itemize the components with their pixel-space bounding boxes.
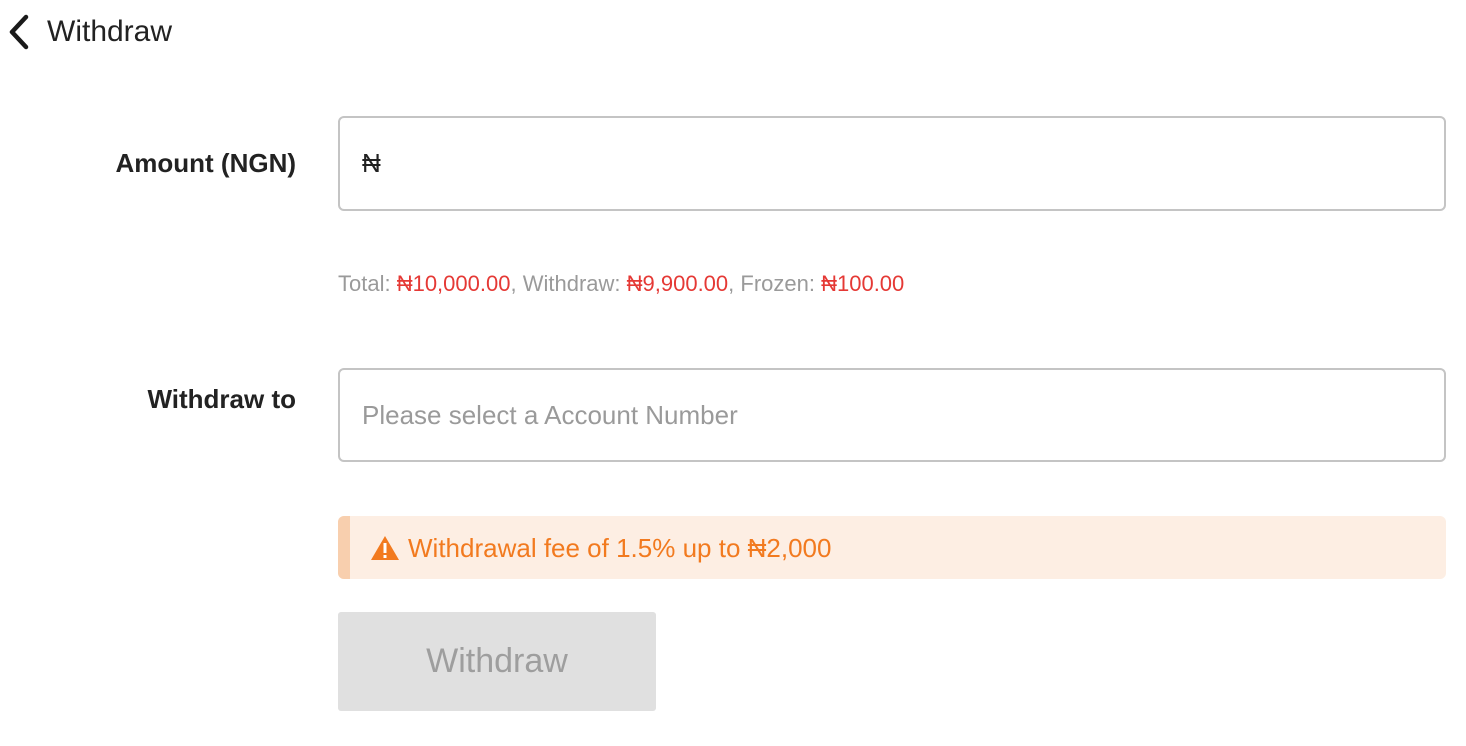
- amount-label: Amount (NGN): [115, 148, 296, 178]
- warning-icon: [370, 535, 400, 561]
- withdraw-to-label: Withdraw to: [147, 384, 296, 414]
- withdraw-button[interactable]: Withdraw: [338, 612, 656, 711]
- total-value: ₦10,000.00: [396, 271, 511, 296]
- notice-accent-bar: [338, 516, 350, 579]
- separator: ,: [728, 271, 741, 296]
- amount-field[interactable]: ₦: [338, 116, 1446, 211]
- withdraw-page: Withdraw Amount (NGN) ₦ Total: ₦10,000.0…: [0, 0, 1466, 746]
- fee-notice-text: Withdrawal fee of 1.5% up to ₦2,000: [408, 532, 832, 563]
- withdraw-balance-value: ₦9,900.00: [626, 271, 729, 296]
- balance-summary: Total: ₦10,000.00, Withdraw: ₦9,900.00, …: [338, 270, 904, 298]
- account-select-placeholder: Please select a Account Number: [362, 399, 738, 430]
- withdraw-balance-label: Withdraw:: [522, 271, 627, 296]
- currency-prefix: ₦: [362, 148, 381, 178]
- page-title: Withdraw: [47, 15, 173, 48]
- account-select[interactable]: Please select a Account Number: [338, 368, 1446, 462]
- frozen-label: Frozen:: [740, 271, 822, 296]
- separator: ,: [510, 271, 523, 296]
- frozen-value: ₦100.00: [821, 271, 905, 296]
- total-label: Total:: [338, 271, 397, 296]
- back-button[interactable]: [4, 14, 34, 50]
- fee-notice: Withdrawal fee of 1.5% up to ₦2,000: [338, 516, 1446, 579]
- amount-input[interactable]: [388, 133, 1444, 194]
- chevron-left-icon: [9, 14, 29, 50]
- page-header: Withdraw: [0, 0, 1466, 64]
